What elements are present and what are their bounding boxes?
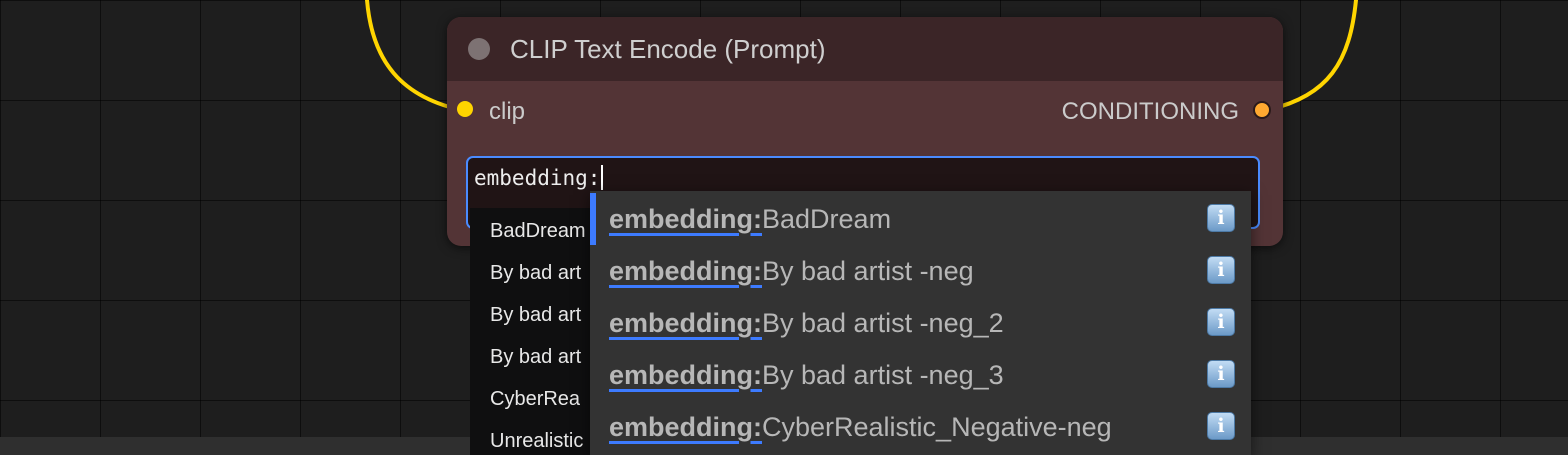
autocomplete-item[interactable]: embedding:BadDream i bbox=[590, 193, 1251, 245]
background-suggestion-list[interactable]: BadDream By bad art By bad art By bad ar… bbox=[470, 208, 594, 455]
clip-input-label: clip bbox=[489, 98, 526, 125]
autocomplete-prefix: embedding: bbox=[609, 256, 762, 286]
list-item[interactable]: BadDream bbox=[490, 218, 586, 244]
autocomplete-item[interactable]: embedding:CyberRealistic_Negative-neg i bbox=[590, 401, 1251, 453]
autocomplete-item-text: embedding:By bad artist -neg_3 bbox=[609, 359, 1004, 391]
info-icon[interactable]: i bbox=[1207, 308, 1235, 336]
autocomplete-name: By bad artist -neg_3 bbox=[762, 360, 1004, 390]
autocomplete-prefix: embedding: bbox=[609, 360, 762, 390]
autocomplete-item-text: embedding:By bad artist -neg_2 bbox=[609, 307, 1004, 339]
autocomplete-name: By bad artist -neg_2 bbox=[762, 308, 1004, 338]
text-caret bbox=[601, 165, 604, 190]
autocomplete-name: By bad artist -neg bbox=[762, 256, 974, 286]
info-icon[interactable]: i bbox=[1207, 360, 1235, 388]
info-icon[interactable]: i bbox=[1207, 204, 1235, 232]
autocomplete-item-text: embedding:CyberRealistic_Negative-neg bbox=[609, 411, 1112, 443]
info-icon[interactable]: i bbox=[1207, 412, 1235, 440]
autocomplete-item-text: embedding:By bad artist -neg bbox=[609, 255, 974, 287]
node-header[interactable]: CLIP Text Encode (Prompt) bbox=[447, 17, 1283, 81]
prompt-text: embedding: bbox=[474, 166, 601, 190]
conditioning-output-label: CONDITIONING bbox=[1061, 98, 1239, 125]
list-item[interactable]: CyberRea bbox=[490, 386, 580, 412]
list-item[interactable]: Unrealistic bbox=[490, 428, 583, 454]
list-item[interactable]: By bad art bbox=[490, 302, 581, 328]
autocomplete-item-text: embedding:BadDream bbox=[609, 203, 891, 235]
autocomplete-name: BadDream bbox=[762, 204, 892, 234]
autocomplete-prefix: embedding: bbox=[609, 308, 762, 338]
list-item[interactable]: By bad art bbox=[490, 344, 581, 370]
node-collapse-dot[interactable] bbox=[468, 38, 490, 60]
autocomplete-name: CyberRealistic_Negative-neg bbox=[762, 412, 1112, 442]
selection-indicator bbox=[590, 193, 596, 245]
autocomplete-dropdown[interactable]: embedding:BadDream i embedding:By bad ar… bbox=[590, 191, 1251, 455]
autocomplete-prefix: embedding: bbox=[609, 412, 762, 442]
autocomplete-item[interactable]: embedding:By bad artist -neg i bbox=[590, 245, 1251, 297]
clip-input-slot[interactable] bbox=[457, 101, 473, 117]
autocomplete-item[interactable]: embedding:By bad artist -neg_3 i bbox=[590, 349, 1251, 401]
conditioning-output-slot[interactable] bbox=[1253, 101, 1271, 119]
info-icon[interactable]: i bbox=[1207, 256, 1235, 284]
autocomplete-item[interactable]: embedding:By bad artist -neg_2 i bbox=[590, 297, 1251, 349]
autocomplete-prefix: embedding: bbox=[609, 204, 762, 234]
list-item[interactable]: By bad art bbox=[490, 260, 581, 286]
node-title: CLIP Text Encode (Prompt) bbox=[510, 34, 826, 64]
